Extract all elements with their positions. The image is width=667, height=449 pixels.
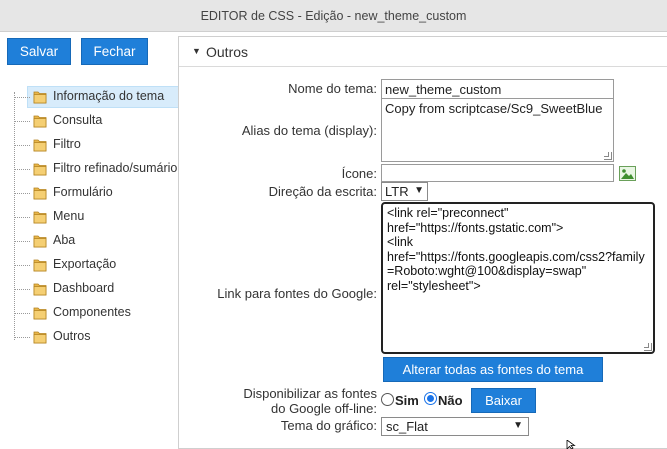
tree-branch-line	[14, 265, 30, 266]
folder-icon	[33, 307, 47, 320]
theme-alias-label: Alias do tema (display):	[241, 123, 377, 138]
panel-header[interactable]: ▼ Outros	[179, 37, 667, 67]
sidebar-item-label: Componentes	[53, 305, 131, 319]
chart-theme-label: Tema do gráfico:	[280, 418, 377, 433]
chevron-down-icon: ▼	[414, 185, 424, 196]
window-title: EDITOR de CSS - Edição - new_theme_custo…	[200, 9, 467, 23]
offline-fonts-no-label[interactable]: Não	[438, 393, 463, 408]
sidebar-item-label: Outros	[53, 329, 91, 343]
sidebar-item[interactable]: Aba	[14, 230, 178, 252]
google-fonts-textarea[interactable]: <link rel="preconnect" href="https://fon…	[381, 202, 655, 354]
sidebar-item-label: Filtro refinado/sumário	[53, 161, 178, 175]
close-button[interactable]: Fechar	[81, 38, 148, 65]
folder-icon	[33, 91, 47, 104]
sidebar-item-label: Formulário	[53, 185, 113, 199]
tree-branch-line	[14, 313, 30, 314]
sidebar-item-label: Aba	[53, 233, 76, 247]
tree-branch-line	[14, 337, 30, 338]
panel-title: Outros	[206, 44, 249, 60]
theme-alias-textarea[interactable]: Copy from scriptcase/Sc9_SweetBlue	[381, 98, 614, 162]
sidebar-item-label: Consulta	[53, 113, 103, 127]
folder-icon	[33, 259, 47, 272]
tree-branch-line	[14, 217, 30, 218]
theme-name-input[interactable]: new_theme_custom	[381, 79, 614, 99]
folder-icon	[33, 283, 47, 296]
folder-icon	[33, 235, 47, 248]
theme-alias-value: Copy from scriptcase/Sc9_SweetBlue	[385, 101, 603, 116]
chart-theme-select[interactable]: sc_Flat ▼	[381, 417, 529, 436]
folder-icon	[33, 211, 47, 224]
writing-direction-select[interactable]: LTR ▼	[381, 182, 428, 201]
chart-theme-value: sc_Flat	[386, 419, 428, 434]
sidebar-item[interactable]: Exportação	[14, 254, 178, 276]
sidebar-item-label: Filtro	[53, 137, 81, 151]
sidebar-item[interactable]: Consulta	[14, 110, 178, 132]
tree-branch-line	[14, 193, 30, 194]
offline-fonts-label-line1: Disponibilizar as fontes	[243, 386, 377, 401]
change-all-fonts-button[interactable]: Alterar todas as fontes do tema	[383, 357, 603, 382]
chevron-down-icon: ▼	[513, 420, 523, 431]
sidebar-item[interactable]: Componentes	[14, 302, 178, 324]
sidebar-item-label: Exportação	[53, 257, 117, 271]
tree-branch-line	[14, 97, 30, 98]
tree-branch-line	[14, 121, 30, 122]
save-button[interactable]: Salvar	[7, 38, 71, 65]
icon-input[interactable]	[381, 164, 614, 182]
google-fonts-value: <link rel="preconnect" href="https://fon…	[387, 206, 645, 293]
image-picker-icon[interactable]	[619, 166, 636, 181]
sidebar-item-label: Informação do tema	[53, 89, 165, 103]
sidebar-item[interactable]: Informação do tema	[14, 86, 179, 108]
tree-branch-line	[14, 289, 30, 290]
icon-label: Ícone:	[341, 166, 377, 181]
resize-handle-icon[interactable]	[644, 343, 652, 351]
resize-handle-icon[interactable]	[604, 152, 612, 160]
folder-icon	[33, 139, 47, 152]
tree-branch-line	[14, 169, 30, 170]
sidebar-item-label: Dashboard	[53, 281, 115, 295]
writing-direction-value: LTR	[385, 184, 409, 199]
sidebar-item[interactable]: Filtro	[14, 134, 178, 156]
tree-branch-line	[14, 145, 30, 146]
google-fonts-label: Link para fontes do Google:	[217, 286, 377, 301]
offline-fonts-yes-radio[interactable]	[381, 393, 394, 406]
folder-icon	[33, 331, 47, 344]
sidebar-item[interactable]: Dashboard	[14, 278, 178, 300]
title-bar: EDITOR de CSS - Edição - new_theme_custo…	[0, 0, 667, 32]
sidebar-item[interactable]: Formulário	[14, 182, 178, 204]
theme-name-label: Nome do tema:	[288, 81, 377, 96]
collapse-caret-icon[interactable]: ▼	[192, 46, 201, 56]
folder-icon	[33, 115, 47, 128]
sidebar-item-label: Menu	[53, 209, 85, 223]
writing-direction-label: Direção da escrita:	[268, 184, 377, 199]
offline-fonts-yes-label[interactable]: Sim	[395, 393, 419, 408]
offline-fonts-label-line2: do Google off-line:	[271, 401, 377, 416]
mouse-cursor-icon	[566, 440, 576, 449]
sidebar-tree: Informação do tema Consulta Filtro Filtro r…	[0, 80, 179, 350]
tree-branch-line	[14, 241, 30, 242]
offline-fonts-no-radio[interactable]	[424, 392, 437, 405]
sidebar-item[interactable]: Menu	[14, 206, 178, 228]
download-button[interactable]: Baixar	[471, 388, 536, 413]
sidebar-item[interactable]: Filtro refinado/sumário	[14, 158, 178, 180]
folder-icon	[33, 163, 47, 176]
folder-icon	[33, 187, 47, 200]
sidebar-item[interactable]: Outros	[14, 326, 178, 348]
